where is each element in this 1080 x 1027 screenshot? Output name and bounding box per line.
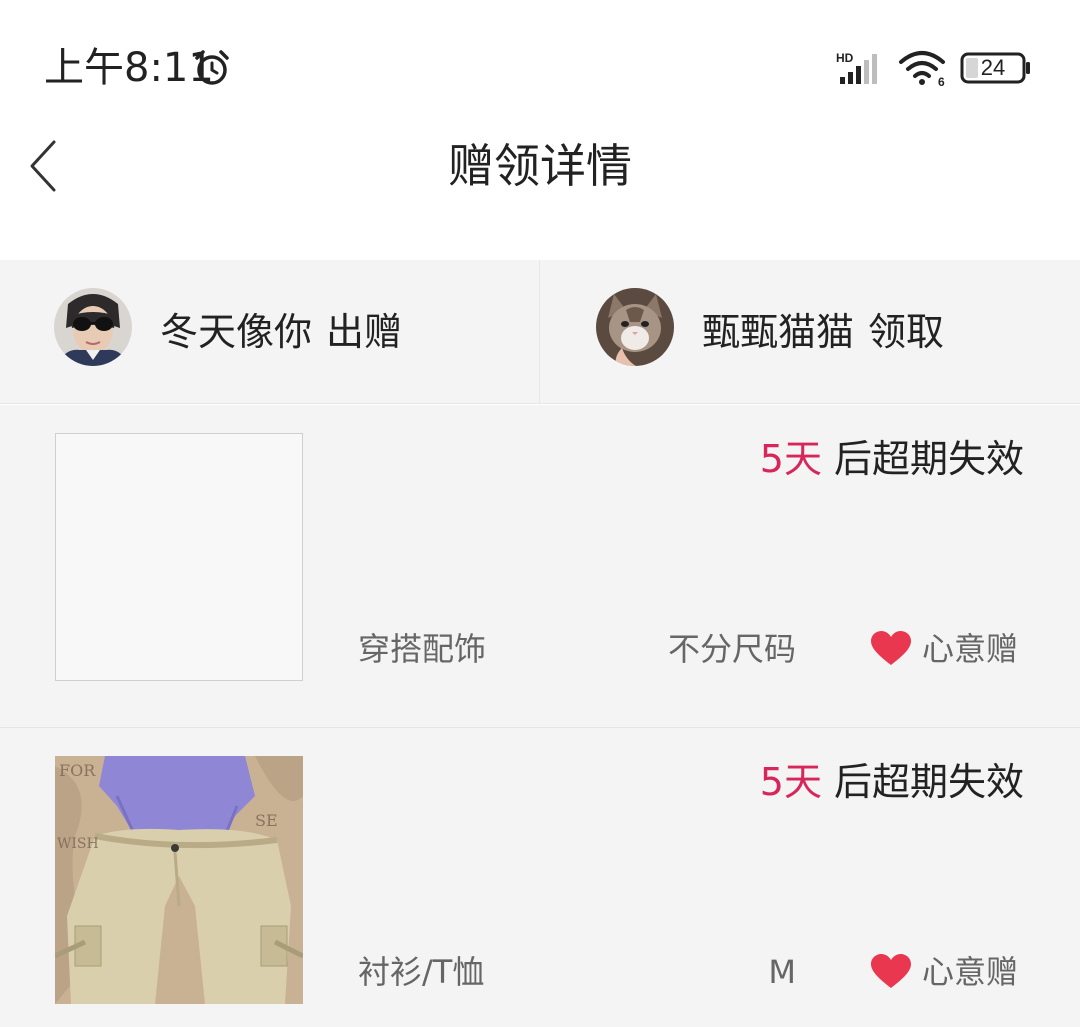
giver-cell[interactable]: 冬天像你 出赠 [0,260,540,404]
alarm-icon [195,50,229,85]
gift-type-label: 心意赠 [922,630,1019,668]
giver-label: 冬天像你 出赠 [160,304,402,360]
item-thumbnail-empty[interactable] [55,433,303,681]
expiry-suffix: 后超期失效 [833,437,1024,481]
receiver-name: 甄甄猫猫 [702,310,855,354]
giver-name: 冬天像你 [160,310,313,354]
expiry-suffix: 后超期失效 [833,760,1024,804]
receiver-label: 甄甄猫猫 领取 [702,304,944,360]
giver-avatar-image [54,288,132,366]
svg-text:FOR: FOR [59,761,96,780]
item-size: M [768,953,796,991]
expiry-days: 5天 [759,760,822,804]
receiver-action: 领取 [868,310,945,354]
item-photo: FOR SE WISH [55,756,303,1004]
expiry-days: 5天 [759,437,822,481]
receiver-avatar-image [596,288,674,366]
item-card[interactable]: FOR SE WISH 5天 后超期失效 衬衫/T恤 M 心意赠 [0,728,1080,1027]
item-card[interactable]: 5天 后超期失效 穿搭配饰 不分尺码 心意赠 [0,405,1080,728]
svg-text:SE: SE [255,811,278,830]
expiry-notice: 5天 后超期失效 [760,756,1024,808]
svg-text:HD: HD [836,51,854,65]
item-category: 衬衫/T恤 [358,953,485,991]
gift-detail-screen: 上午8:11 HD 6 24 赠领详情 冬天像你 出赠 甄甄猫猫 领取 5天 后… [0,0,1080,1027]
giver-avatar[interactable] [54,288,132,366]
svg-text:WISH: WISH [57,836,99,852]
gift-type-label: 心意赠 [922,953,1019,991]
heart-icon [871,631,911,665]
expiry-notice: 5天 后超期失效 [760,433,1024,485]
hd-signal-icon: HD [836,51,877,84]
wifi-6-icon: 6 [899,51,945,88]
page-title: 赠领详情 [448,139,632,193]
status-bar: 上午8:11 HD 6 24 [0,0,1080,120]
item-thumbnail[interactable]: FOR SE WISH [55,756,303,1004]
battery-level: 24 [980,55,1006,80]
users-row: 冬天像你 出赠 甄甄猫猫 领取 [0,260,1080,404]
heart-icon [871,954,911,988]
nav-header: 赠领详情 [0,120,1080,260]
item-category: 穿搭配饰 [358,630,487,668]
svg-text:6: 6 [938,75,945,88]
item-size: 不分尺码 [667,630,796,668]
receiver-avatar[interactable] [596,288,674,366]
giver-action: 出赠 [326,310,403,354]
status-time: 上午8:11 [44,45,214,91]
receiver-cell[interactable]: 甄甄猫猫 领取 [540,260,1080,404]
